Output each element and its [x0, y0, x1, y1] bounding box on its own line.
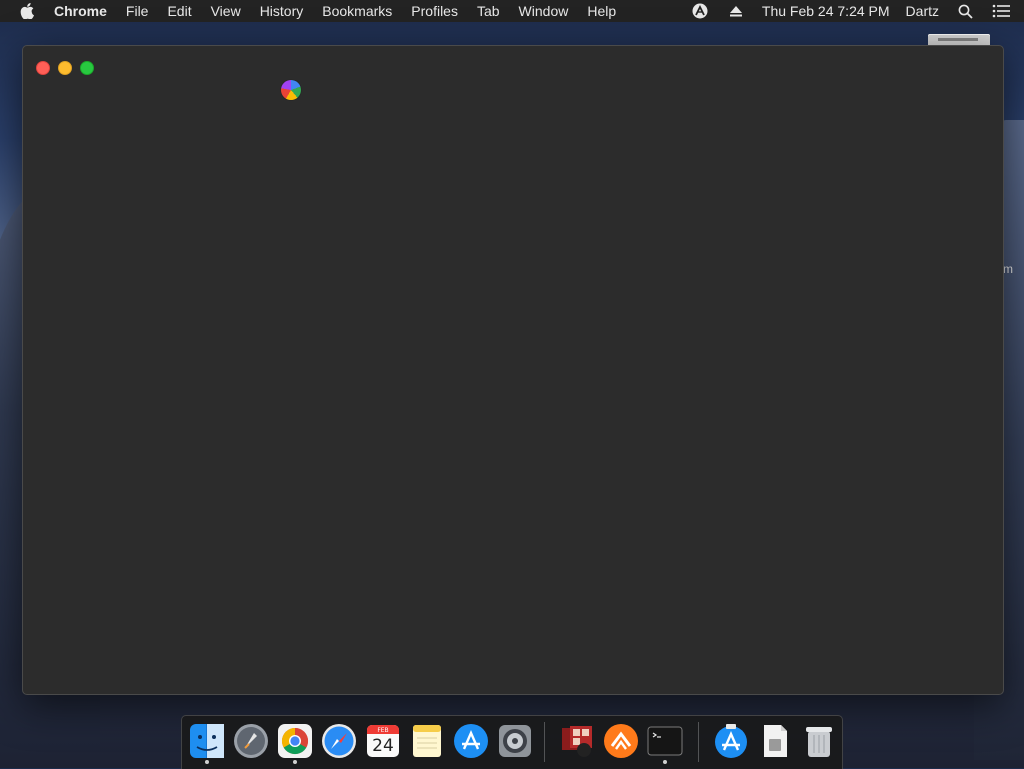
dock: FEB 24 [181, 715, 843, 769]
app-store-icon[interactable] [452, 722, 490, 760]
menu-profiles[interactable]: Profiles [402, 0, 468, 22]
safari-icon[interactable] [320, 722, 358, 760]
dock-separator [698, 722, 699, 762]
eject-icon[interactable] [727, 2, 745, 20]
menu-help[interactable]: Help [578, 0, 626, 22]
notification-center-icon[interactable] [992, 2, 1010, 20]
menu-user[interactable]: Dartz [898, 3, 947, 19]
terminal-icon[interactable] [646, 722, 684, 760]
system-preferences-icon[interactable] [496, 722, 534, 760]
loading-spinner-icon [281, 80, 301, 100]
menu-app-chrome[interactable]: Chrome [54, 0, 116, 22]
menu-window[interactable]: Window [509, 0, 578, 22]
notes-icon[interactable] [408, 722, 446, 760]
finder-running-indicator [205, 760, 209, 764]
calendar-month: FEB [377, 727, 389, 734]
finder-icon[interactable] [188, 722, 226, 760]
calendar-day: 24 [372, 736, 394, 756]
close-window-button[interactable] [36, 61, 50, 75]
app-store-downloads-icon[interactable] [712, 722, 750, 760]
menu-history[interactable]: History [250, 0, 313, 22]
zoom-window-button[interactable] [80, 61, 94, 75]
minimize-window-button[interactable] [58, 61, 72, 75]
chrome-window[interactable] [22, 45, 1004, 695]
document-icon[interactable] [756, 722, 794, 760]
menu-view[interactable]: View [201, 0, 250, 22]
menu-clock[interactable]: Thu Feb 24 7:24 PM [754, 3, 898, 19]
launchpad-icon[interactable] [232, 722, 270, 760]
menu-edit[interactable]: Edit [158, 0, 201, 22]
anydesk-status-icon[interactable] [691, 2, 709, 20]
menu-bar-right: Thu Feb 24 7:24 PM Dartz [682, 0, 1024, 22]
menu-file[interactable]: File [116, 0, 158, 22]
trash-icon[interactable] [800, 722, 838, 760]
spotlight-search-icon[interactable] [956, 2, 974, 20]
window-controls [36, 61, 94, 75]
sublime-merge-icon[interactable] [602, 722, 640, 760]
chrome-icon[interactable] [276, 722, 314, 760]
calendar-icon[interactable]: FEB 24 [364, 722, 402, 760]
menu-bookmarks[interactable]: Bookmarks [313, 0, 402, 22]
menu-bar-left: Chrome File Edit View History Bookmarks … [0, 0, 626, 22]
terminal-running-indicator [663, 760, 667, 764]
apple-menu-icon[interactable] [19, 3, 35, 19]
menu-bar: Chrome File Edit View History Bookmarks … [0, 0, 1024, 22]
menu-tab[interactable]: Tab [467, 0, 509, 22]
dock-separator [544, 722, 545, 762]
desktop-icon-label-fragment: m [1003, 262, 1013, 276]
chrome-running-indicator [293, 760, 297, 764]
photo-booth-icon[interactable] [558, 722, 596, 760]
